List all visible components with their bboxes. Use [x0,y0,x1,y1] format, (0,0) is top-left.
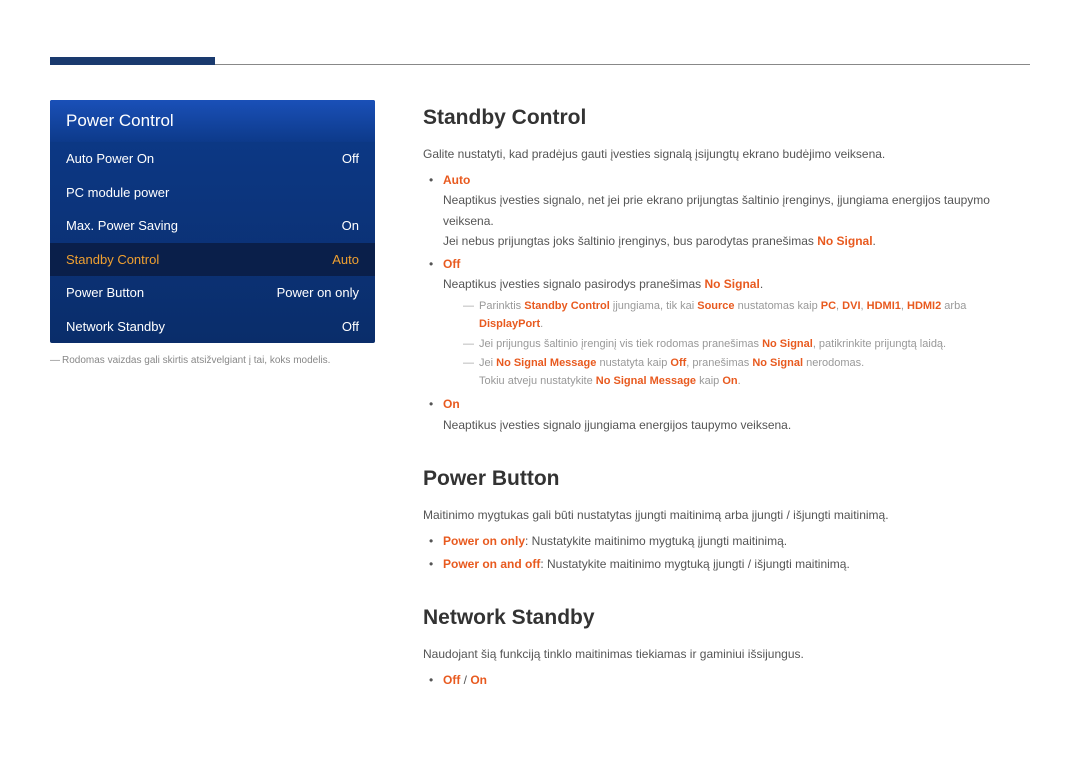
header-rule [215,64,1030,65]
section-standby-control: Standby Control Galite nustatyti, kad pr… [423,100,1030,435]
menu-value: Power on only [277,283,359,303]
menu-item-network-standby[interactable]: Network Standby Off [50,310,375,344]
menu-item-max-power-saving[interactable]: Max. Power Saving On [50,209,375,243]
option-desc: Jei nebus prijungtas joks šaltinio įreng… [443,231,1030,251]
option-label: Off [443,257,460,271]
section-heading: Standby Control [423,100,1030,136]
option-label: On [443,397,460,411]
header-accent [50,57,215,65]
menu-label: Standby Control [66,250,159,270]
menu-value: On [342,216,359,236]
section-options: Power on only: Nustatykite maitinimo myg… [423,531,1030,574]
menu-item-auto-power-on[interactable]: Auto Power On Off [50,142,375,176]
menu-label: PC module power [66,183,169,203]
note-line: Parinktis Standby Control įjungiama, tik… [463,298,1030,333]
menu-label: Max. Power Saving [66,216,178,236]
section-intro: Galite nustatyti, kad pradėjus gauti įve… [423,144,1030,164]
option-off-on: Off / On [443,670,1030,690]
option-auto: Auto Neaptikus įvesties signalo, net jei… [443,170,1030,252]
option-desc: Neaptikus įvesties signalo, net jei prie… [443,190,1030,231]
menu-value: Off [342,317,359,337]
menu-value: Auto [332,250,359,270]
menu-value: Off [342,149,359,169]
section-options: Auto Neaptikus įvesties signalo, net jei… [423,170,1030,435]
menu-item-power-button[interactable]: Power Button Power on only [50,276,375,310]
option-on: On Neaptikus įvesties signalo įjungiama … [443,394,1030,435]
menu-panel: Power Control Auto Power On Off PC modul… [50,100,375,343]
option-power-on-only: Power on only: Nustatykite maitinimo myg… [443,531,1030,551]
section-options: Off / On [423,670,1030,690]
footnote-text: Rodomas vaizdas gali skirtis atsižvelgia… [62,355,330,366]
right-column: Standby Control Galite nustatyti, kad pr… [423,100,1030,717]
menu-item-pc-module-power[interactable]: PC module power [50,176,375,210]
note-line: Jei prijungus šaltinio įrenginį vis tiek… [463,336,1030,354]
note-block: Parinktis Standby Control įjungiama, tik… [443,298,1030,390]
menu-label: Power Button [66,283,144,303]
option-desc: Neaptikus įvesties signalo pasirodys pra… [443,274,1030,294]
note-line: Jei No Signal Message nustatyta kaip Off… [463,355,1030,390]
section-intro: Naudojant šią funkciją tinklo maitinimas… [423,644,1030,664]
option-power-on-and-off: Power on and off: Nustatykite maitinimo … [443,554,1030,574]
section-intro: Maitinimo mygtukas gali būti nustatytas … [423,505,1030,525]
section-heading: Network Standby [423,600,1030,636]
menu-footnote: ―Rodomas vaizdas gali skirtis atsižvelgi… [50,355,375,366]
left-column: Power Control Auto Power On Off PC modul… [50,100,375,717]
section-heading: Power Button [423,461,1030,497]
menu-label: Auto Power On [66,149,154,169]
menu-item-standby-control[interactable]: Standby Control Auto [50,243,375,277]
option-label: Auto [443,173,470,187]
option-desc: Neaptikus įvesties signalo įjungiama ene… [443,415,1030,435]
menu-title: Power Control [50,100,375,142]
page-content: Power Control Auto Power On Off PC modul… [50,50,1030,717]
section-network-standby: Network Standby Naudojant šią funkciją t… [423,600,1030,690]
section-power-button: Power Button Maitinimo mygtukas gali būt… [423,461,1030,574]
menu-label: Network Standby [66,317,165,337]
option-off: Off Neaptikus įvesties signalo pasirodys… [443,254,1030,391]
